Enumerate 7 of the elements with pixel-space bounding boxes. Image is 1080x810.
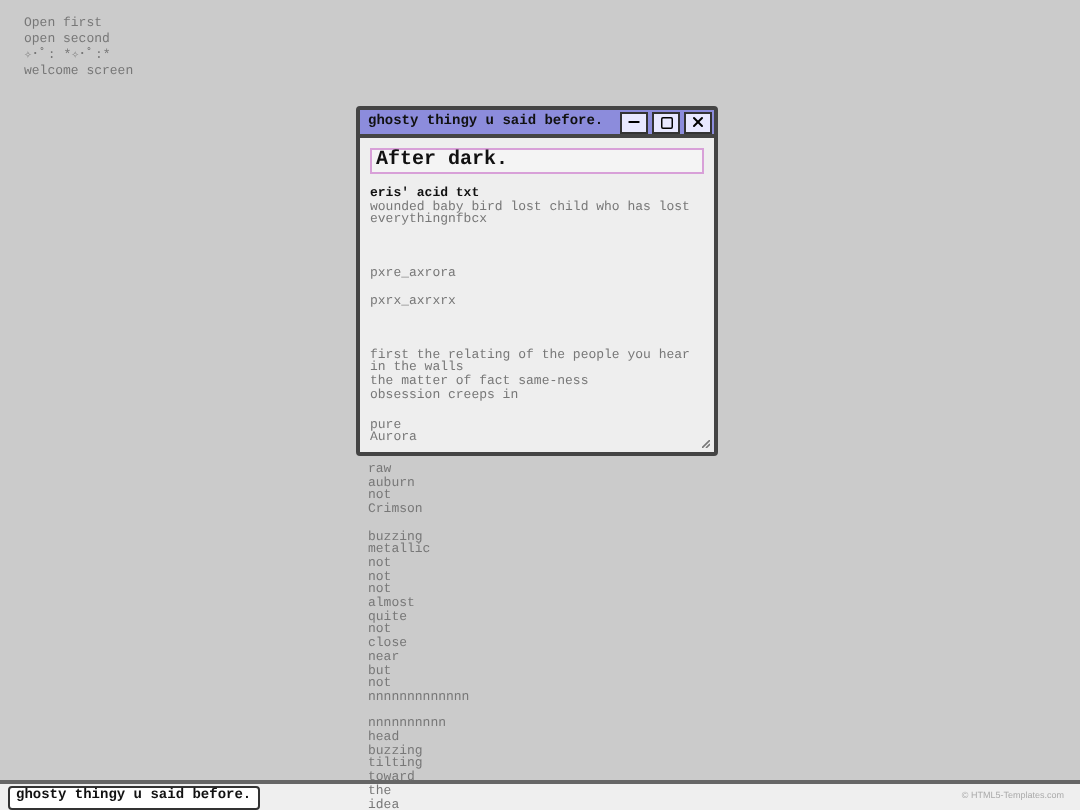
resize-grip-icon[interactable]: [702, 440, 710, 448]
minimize-button[interactable]: [620, 111, 648, 133]
maximize-button[interactable]: [652, 111, 680, 133]
close-button[interactable]: [684, 111, 712, 133]
maximize-icon: [659, 115, 673, 129]
heading-field[interactable]: After dark.: [370, 148, 704, 174]
close-icon: [690, 114, 706, 130]
